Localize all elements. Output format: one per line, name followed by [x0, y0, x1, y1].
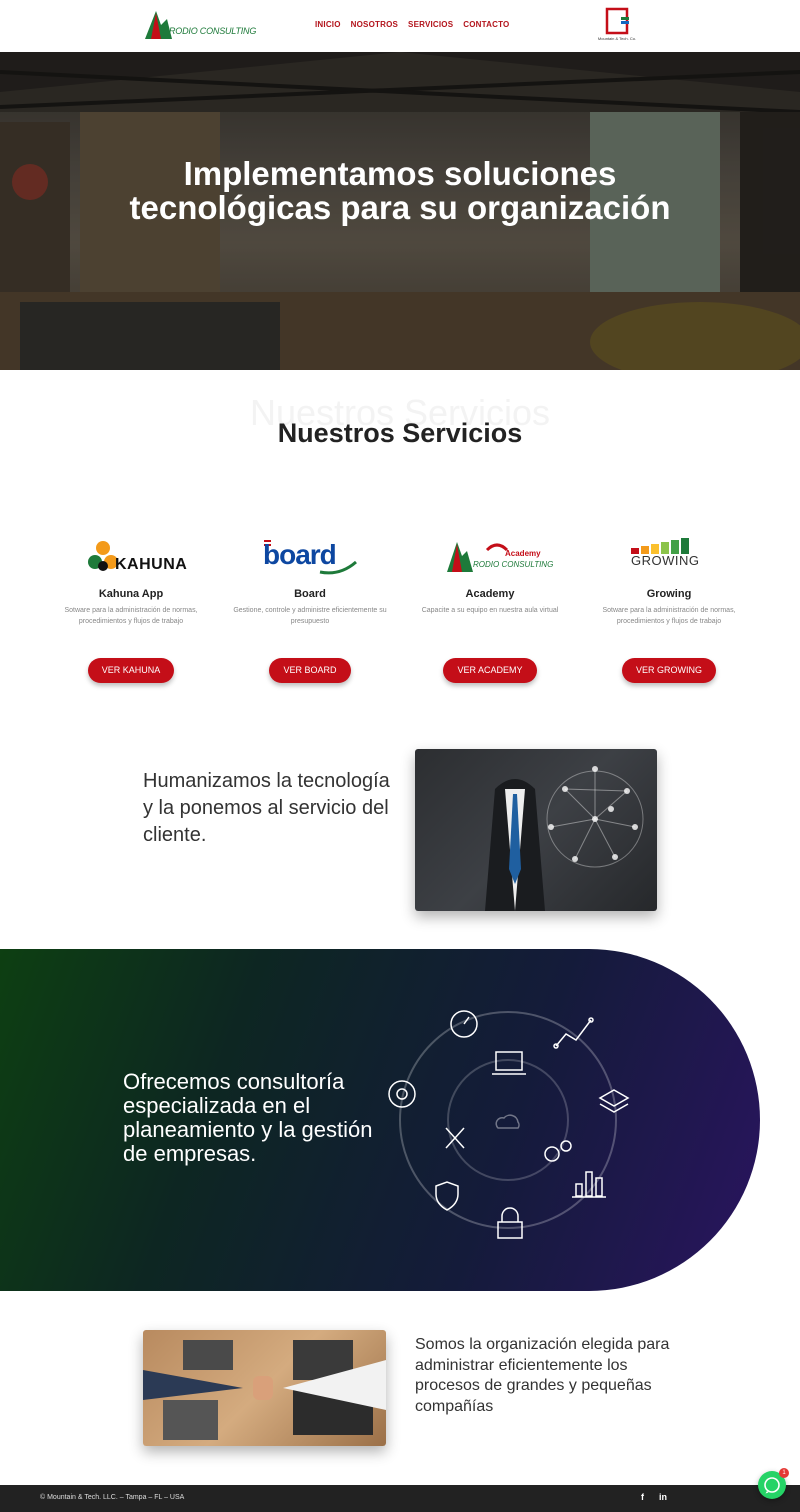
tools-icon: [445, 1127, 465, 1149]
partner-caption: Mountain & Tech. Co.: [597, 36, 637, 41]
academy-logo-text: RODIO CONSULTING: [473, 560, 554, 569]
footer-copyright: © Mountain & Tech. LLC. – Tampa – FL – U…: [40, 1494, 185, 1501]
org-text: Somos la organización elegida para admin…: [415, 1336, 670, 1415]
service-description: Capacite a su equipo en nuestra aula vir…: [421, 607, 559, 614]
whatsapp-button[interactable]: 1: [758, 1468, 789, 1499]
main-nav: INICIO NOSOTROS SERVICIOS CONTACTO: [315, 20, 509, 29]
growing-logo-text: GROWING: [631, 553, 700, 568]
nav-nosotros[interactable]: NOSOTROS: [351, 20, 398, 29]
mountain-tech-logo[interactable]: Mountain & Tech. Co.: [595, 5, 639, 47]
cloud-icon: [495, 1114, 520, 1129]
growing-logo: GROWING: [629, 532, 709, 582]
service-description: Gestione, controle y administre eficient…: [233, 607, 387, 625]
site-header: RODIO CONSULTING INICIO NOSOTROS SERVICI…: [0, 0, 800, 52]
service-description: Sotware para la administración de normas…: [64, 607, 198, 625]
service-card-board: board Board Gestione, controle y adminis…: [220, 532, 400, 683]
service-card-academy: Academy RODIO CONSULTING Academy Capacit…: [400, 532, 580, 683]
network-illustration: [485, 766, 644, 911]
service-name: Kahuna App: [98, 588, 164, 600]
linkedin-icon[interactable]: in: [659, 1492, 667, 1502]
services-title: Nuestros Servicios: [277, 418, 523, 448]
site-footer: © Mountain & Tech. LLC. – Tampa – FL – U…: [0, 1485, 800, 1512]
ver-kahuna-button[interactable]: VER KAHUNA: [87, 658, 175, 683]
hero-banner: Implementamos soluciones tecnológicas pa…: [0, 52, 800, 370]
board-logo: board: [260, 532, 360, 582]
kahuna-logo-text: KAHUNA: [115, 556, 188, 573]
hero-title: Implementamos soluciones tecnológicas pa…: [129, 155, 671, 226]
nav-inicio[interactable]: INICIO: [315, 20, 341, 29]
academy-logo: Academy RODIO CONSULTING: [445, 532, 553, 582]
ver-academy-button[interactable]: VER ACADEMY: [443, 658, 537, 683]
rodio-consulting-logo[interactable]: RODIO CONSULTING: [143, 7, 256, 43]
team-hands-illustration: [143, 1340, 386, 1440]
service-name: Academy: [465, 588, 515, 600]
ver-board-button[interactable]: VER BOARD: [269, 658, 351, 683]
consulting-text: Ofrecemos consultoría especializada en e…: [123, 1069, 373, 1166]
shield-icon: [435, 1181, 459, 1211]
rodio-logo-text: RODIO CONSULTING: [169, 26, 257, 36]
nav-contacto[interactable]: CONTACTO: [463, 20, 509, 29]
service-card-growing: GROWING Growing Sotware para la administ…: [579, 532, 759, 683]
facebook-icon[interactable]: f: [641, 1492, 644, 1502]
service-name: Board: [294, 588, 326, 600]
speedometer-icon: [450, 1010, 478, 1038]
humanize-text: Humanizamos la tecnología y la ponemos a…: [143, 770, 390, 846]
team-meeting-image: [143, 1330, 386, 1446]
gears-icon: [544, 1140, 572, 1162]
academy-sub-text: Academy: [505, 549, 541, 558]
service-card-kahuna: KAHUNA Kahuna App Sotware para la admini…: [41, 532, 221, 683]
service-name: Growing: [646, 588, 692, 600]
laptop-icon: [492, 1051, 526, 1075]
ver-growing-button[interactable]: VER GROWING: [621, 658, 716, 683]
lock-icon: [497, 1207, 523, 1239]
board-logo-text: board: [263, 539, 337, 570]
nav-servicios[interactable]: SERVICIOS: [408, 20, 453, 29]
service-description: Sotware para la administración de normas…: [602, 607, 736, 625]
consulting-icon-ring: [388, 1010, 630, 1239]
kahuna-logo: KAHUNA: [81, 532, 187, 582]
mountain-tech-mark-icon: [605, 7, 629, 35]
businessman-network-image: [415, 749, 657, 911]
whatsapp-badge: 1: [779, 1468, 789, 1478]
